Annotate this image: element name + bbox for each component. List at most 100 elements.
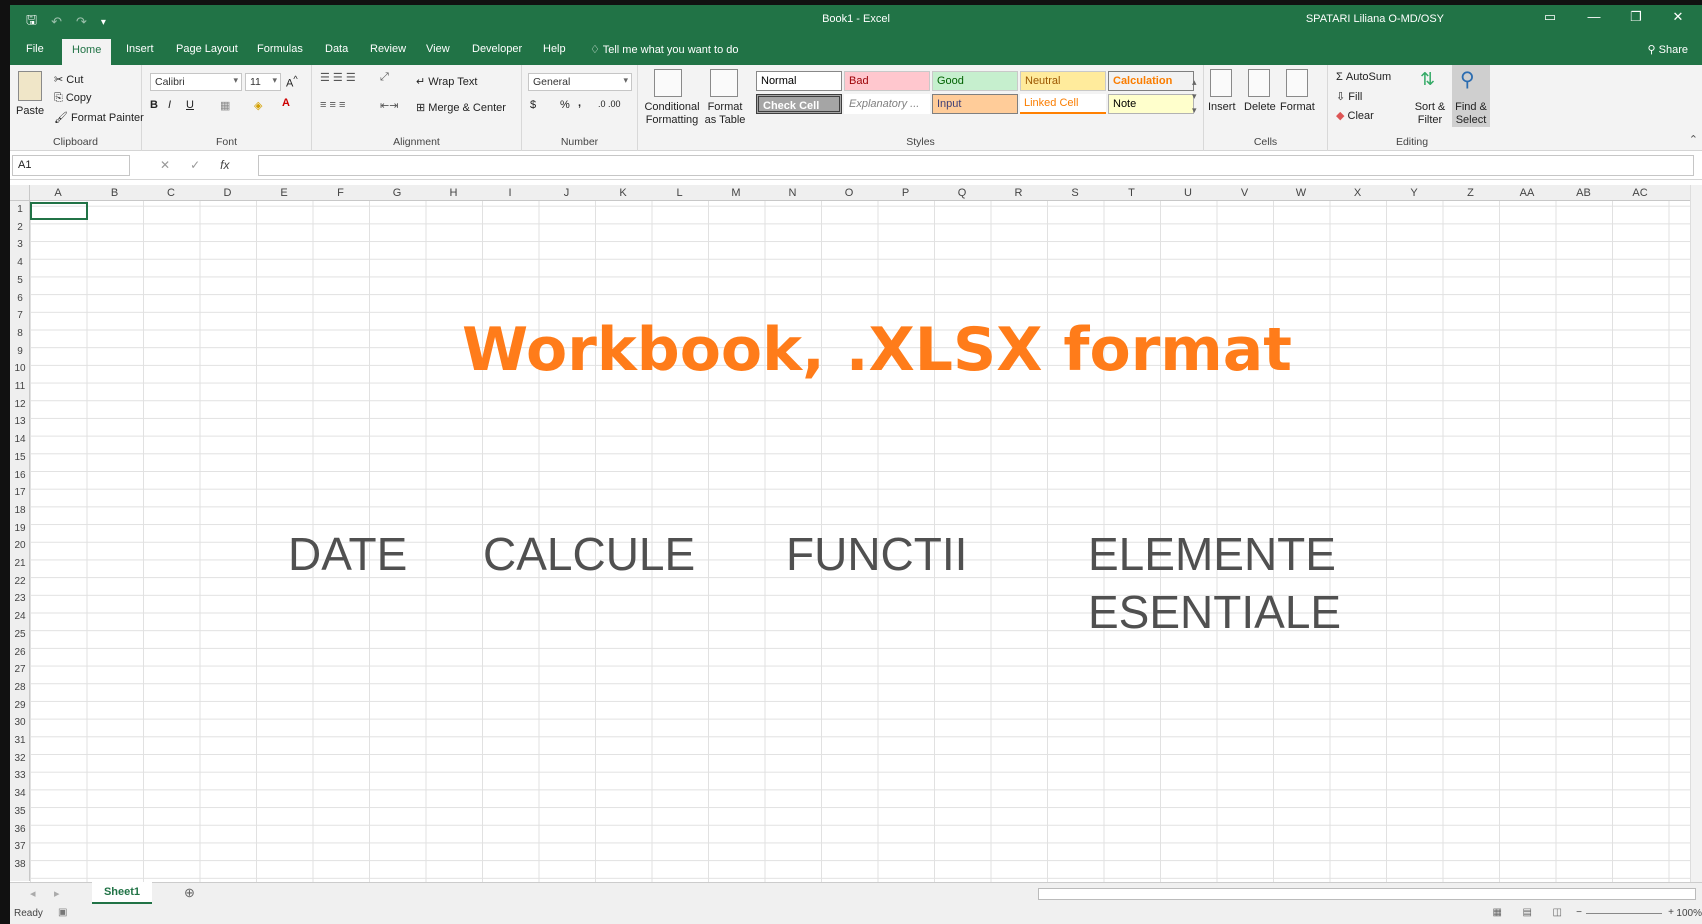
paste-icon[interactable] (18, 71, 42, 101)
orientation-icon[interactable]: ⤢ (380, 71, 389, 84)
column-header[interactable]: A (30, 187, 86, 199)
column-header[interactable]: T (1104, 187, 1160, 199)
column-header[interactable]: W (1273, 187, 1329, 199)
styles-scroll-icon[interactable]: ▴ ▾ ▾ (1192, 75, 1197, 117)
row-header[interactable]: 19 (10, 523, 30, 534)
row-header[interactable]: 27 (10, 664, 30, 675)
column-header[interactable]: L (652, 187, 708, 199)
tab-file[interactable]: File (26, 43, 44, 55)
delete-button[interactable]: Delete (1244, 101, 1276, 113)
row-header[interactable]: 37 (10, 841, 30, 852)
style-note[interactable]: Note (1108, 94, 1194, 114)
column-header[interactable]: C (143, 187, 199, 199)
row-header[interactable]: 13 (10, 416, 30, 427)
tab-developer[interactable]: Developer (472, 43, 522, 55)
clear-button[interactable]: ◆ Clear (1336, 109, 1374, 122)
comma-button[interactable]: , (578, 97, 581, 109)
row-header[interactable]: 12 (10, 399, 30, 410)
grow-font-icon[interactable]: A^ (286, 74, 298, 90)
user-name[interactable]: SPATARI Liliana O-MD/OSY (1306, 13, 1444, 25)
style-check-cell[interactable]: Check Cell (756, 94, 842, 114)
row-header[interactable]: 16 (10, 470, 30, 481)
insert-function-icon[interactable]: fx (220, 158, 229, 172)
zoom-slider[interactable] (1586, 913, 1662, 914)
zoom-level[interactable]: 100% (1676, 908, 1702, 919)
font-size-select[interactable]: 11 (245, 73, 281, 91)
prev-sheet-icon[interactable]: ◂ (30, 887, 36, 900)
ribbon-display-icon[interactable]: ▭ (1530, 9, 1570, 25)
row-header[interactable]: 6 (10, 293, 30, 304)
cut-button[interactable]: ✂ Cut (54, 73, 83, 86)
column-header[interactable]: Q (934, 187, 990, 199)
tab-data[interactable]: Data (325, 43, 348, 55)
row-header[interactable]: 26 (10, 647, 30, 658)
minimize-icon[interactable]: — (1574, 9, 1614, 24)
row-header[interactable]: 5 (10, 275, 30, 286)
tab-review[interactable]: Review (370, 43, 406, 55)
tab-insert[interactable]: Insert (126, 43, 154, 55)
column-header[interactable]: S (1047, 187, 1103, 199)
row-header[interactable]: 31 (10, 735, 30, 746)
bold-button[interactable]: B (150, 99, 158, 111)
sheet-tab-sheet1[interactable]: Sheet1 (92, 882, 152, 904)
restore-icon[interactable]: ❐ (1616, 9, 1656, 25)
paste-button[interactable]: Paste (16, 105, 44, 117)
row-header[interactable]: 10 (10, 363, 30, 374)
format-painter-button[interactable]: 🖌 Format Painter (54, 111, 144, 124)
font-name-select[interactable]: Calibri (150, 73, 242, 91)
column-header[interactable]: I (482, 187, 538, 199)
row-header[interactable]: 1 (10, 204, 30, 215)
column-header[interactable]: N (765, 187, 821, 199)
tab-home[interactable]: Home (62, 39, 112, 65)
row-header[interactable]: 28 (10, 682, 30, 693)
format-as-table-icon[interactable] (710, 69, 738, 97)
insert-cells-icon[interactable] (1210, 69, 1232, 97)
row-header[interactable]: 8 (10, 328, 30, 339)
row-header[interactable]: 34 (10, 788, 30, 799)
column-header[interactable]: B (87, 187, 143, 199)
fill-color-icon[interactable]: ◈ (254, 99, 262, 112)
row-header[interactable]: 32 (10, 753, 30, 764)
magnifier-icon[interactable]: ⚲ (1460, 67, 1475, 92)
decimal-icon[interactable]: .0 .00 (598, 99, 621, 109)
wrap-text-button[interactable]: ↵ Wrap Text (416, 75, 477, 88)
style-input[interactable]: Input (932, 94, 1018, 114)
insert-button[interactable]: Insert (1208, 101, 1236, 113)
delete-cells-icon[interactable] (1248, 69, 1270, 97)
page-layout-view-icon[interactable]: ▤ (1523, 907, 1532, 918)
column-header[interactable]: F (313, 187, 369, 199)
row-header[interactable]: 9 (10, 346, 30, 357)
column-header[interactable]: Y (1386, 187, 1442, 199)
align-top-icon[interactable]: ☰ ☰ ☰ (320, 71, 356, 84)
number-format-select[interactable]: General (528, 73, 632, 91)
formula-input[interactable] (258, 155, 1694, 176)
column-header[interactable]: K (595, 187, 651, 199)
row-header[interactable]: 29 (10, 700, 30, 711)
column-header[interactable]: O (821, 187, 877, 199)
format-as-table-button[interactable]: Format as Table (702, 101, 748, 127)
column-header[interactable]: P (878, 187, 934, 199)
row-header[interactable]: 23 (10, 593, 30, 604)
row-header[interactable]: 21 (10, 558, 30, 569)
row-header[interactable]: 33 (10, 770, 30, 781)
row-header[interactable]: 35 (10, 806, 30, 817)
column-header[interactable]: R (991, 187, 1047, 199)
column-header[interactable]: V (1217, 187, 1273, 199)
italic-button[interactable]: I (168, 99, 171, 111)
style-good[interactable]: Good (932, 71, 1018, 91)
next-sheet-icon[interactable]: ▸ (54, 887, 60, 900)
conditional-formatting-button[interactable]: Conditional Formatting (640, 101, 704, 127)
zoom-in-icon[interactable]: + (1668, 907, 1674, 918)
row-header[interactable]: 22 (10, 576, 30, 587)
column-header[interactable]: M (708, 187, 764, 199)
tell-me-search[interactable]: ♢ Tell me what you want to do (590, 43, 738, 56)
select-all-button[interactable] (10, 185, 30, 201)
close-icon[interactable]: ✕ (1658, 9, 1698, 25)
collapse-ribbon-icon[interactable]: ⌃ (1689, 133, 1698, 146)
style-bad[interactable]: Bad (844, 71, 930, 91)
format-button[interactable]: Format (1280, 101, 1315, 113)
name-box[interactable]: A1 (12, 155, 130, 176)
column-header[interactable]: J (539, 187, 595, 199)
percent-button[interactable]: % (560, 99, 570, 111)
sort-filter-button[interactable]: Sort & Filter (1412, 101, 1448, 127)
